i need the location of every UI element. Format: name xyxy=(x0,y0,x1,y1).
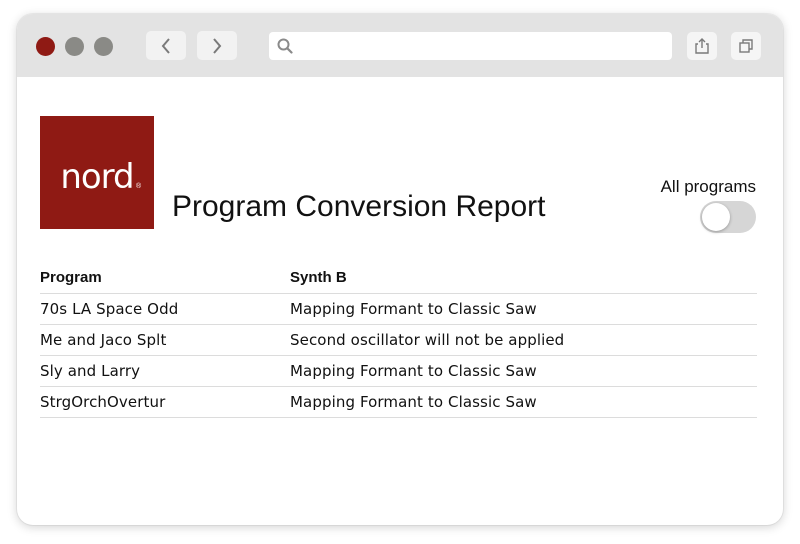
browser-toolbar xyxy=(17,14,783,77)
logo-text: nord xyxy=(60,156,134,197)
synth-b-cell: Second oscillator will not be applied xyxy=(290,324,757,356)
program-name-cell: Sly and Larry xyxy=(40,355,290,387)
table-row: Sly and Larry Mapping Formant to Classic… xyxy=(40,355,757,387)
chevron-right-icon xyxy=(213,37,222,54)
nord-logo: nord ® xyxy=(40,116,154,229)
logo-registered-mark: ® xyxy=(136,183,142,190)
program-name-cell: StrgOrchOvertur xyxy=(40,386,290,418)
table-row: StrgOrchOvertur Mapping Formant to Class… xyxy=(40,386,757,418)
conversion-table: Program Synth B 70s LA Space Odd Mapping… xyxy=(40,261,757,418)
address-bar[interactable] xyxy=(269,32,672,60)
program-name-cell: 70s LA Space Odd xyxy=(40,293,290,325)
column-header-program: Program xyxy=(40,261,290,294)
synth-b-cell: Mapping Formant to Classic Saw xyxy=(290,386,757,418)
all-programs-label: All programs xyxy=(660,177,756,196)
search-icon xyxy=(277,38,293,54)
page-title: Program Conversion Report xyxy=(172,190,546,223)
share-icon xyxy=(695,38,709,54)
tabs-button[interactable] xyxy=(731,32,761,60)
minimize-window-button[interactable] xyxy=(65,37,84,56)
table-header-row: Program Synth B xyxy=(40,261,757,294)
browser-window: nord ® Program Conversion Report All pro… xyxy=(17,14,783,525)
close-window-button[interactable] xyxy=(36,37,55,56)
toggle-knob xyxy=(702,203,730,231)
all-programs-toggle[interactable] xyxy=(700,201,756,233)
maximize-window-button[interactable] xyxy=(94,37,113,56)
column-header-synth-b: Synth B xyxy=(290,261,757,294)
table-row: Me and Jaco Splt Second oscillator will … xyxy=(40,324,757,356)
tabs-icon xyxy=(739,39,753,53)
synth-b-cell: Mapping Formant to Classic Saw xyxy=(290,293,757,325)
chevron-left-icon xyxy=(161,37,170,54)
synth-b-cell: Mapping Formant to Classic Saw xyxy=(290,355,757,387)
share-button[interactable] xyxy=(687,32,717,60)
back-button[interactable] xyxy=(146,31,186,60)
forward-button[interactable] xyxy=(197,31,237,60)
program-name-cell: Me and Jaco Splt xyxy=(40,324,290,356)
table-row: 70s LA Space Odd Mapping Formant to Clas… xyxy=(40,293,757,325)
